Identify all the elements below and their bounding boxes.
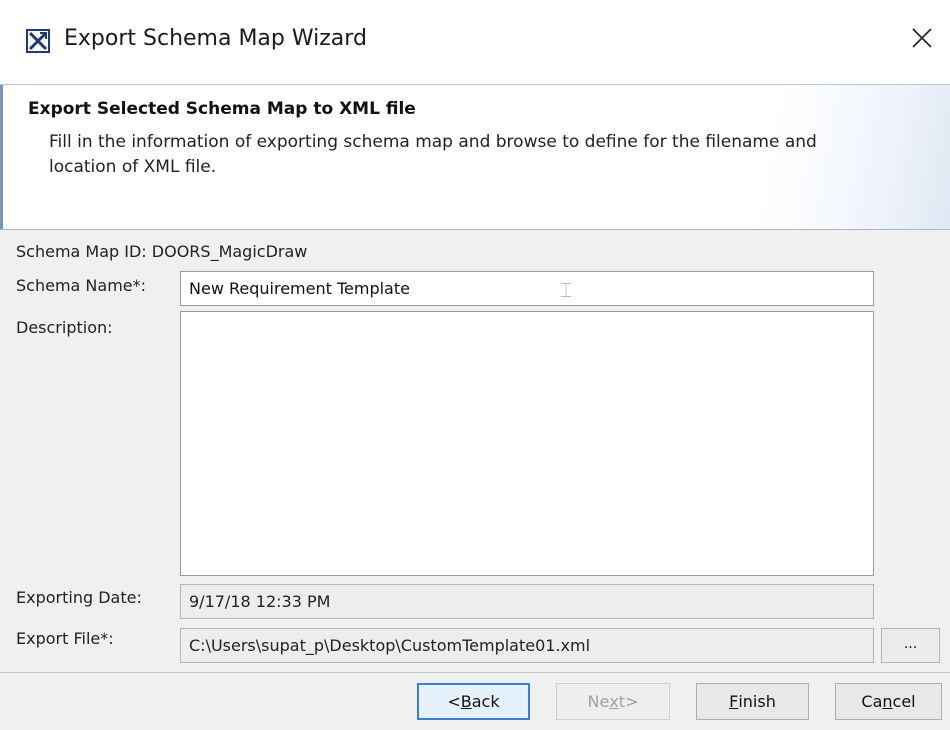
finish-button-rest: inish	[738, 692, 776, 711]
browse-button[interactable]: ...	[881, 628, 940, 663]
back-button-rest: ack	[471, 692, 500, 711]
finish-button-mnemonic: F	[729, 692, 739, 711]
export-file-field[interactable]: C:\Users\supat_p\Desktop\CustomTemplate0…	[180, 628, 874, 663]
exporting-date-label: Exporting Date:	[16, 588, 142, 607]
description-textarea[interactable]	[180, 311, 874, 576]
back-button-prefix: <	[447, 692, 461, 711]
footer-separator	[0, 672, 950, 673]
next-button[interactable]: Ne x t>	[556, 683, 670, 720]
export-file-label: Export File*:	[16, 629, 114, 648]
wizard-step-title: Export Selected Schema Map to XML file	[28, 99, 416, 119]
next-button-rest: t>	[618, 692, 639, 711]
cancel-button-mnemonic: n	[882, 692, 893, 711]
cancel-button-rest: cel	[892, 692, 916, 711]
cancel-button-prefix: Ca	[861, 692, 883, 711]
close-icon	[911, 27, 933, 53]
text-cursor-icon: ⌶	[560, 278, 572, 302]
title-bar: Export Schema Map Wizard	[0, 0, 950, 84]
back-button-mnemonic: B	[460, 692, 472, 711]
schema-name-field[interactable]: New Requirement Template	[180, 271, 874, 306]
window-title: Export Schema Map Wizard	[64, 26, 367, 51]
schema-map-id-label: Schema Map ID: DOORS_MagicDraw	[16, 242, 308, 261]
wizard-step-description: Fill in the information of exporting sch…	[49, 132, 817, 177]
schema-name-label: Schema Name*:	[16, 276, 147, 295]
wizard-header: Export Selected Schema Map to XML file F…	[0, 84, 950, 230]
exporting-date-field: 9/17/18 12:33 PM	[180, 584, 874, 619]
back-button[interactable]: < Back	[417, 683, 530, 720]
cancel-button[interactable]: Ca n cel	[835, 683, 942, 720]
next-button-prefix: Ne	[587, 692, 610, 711]
description-label: Description:	[16, 318, 113, 337]
next-button-mnemonic: x	[609, 692, 619, 711]
finish-button[interactable]: Finish	[696, 683, 809, 720]
close-button[interactable]	[900, 18, 944, 62]
export-wizard-icon	[26, 29, 50, 53]
